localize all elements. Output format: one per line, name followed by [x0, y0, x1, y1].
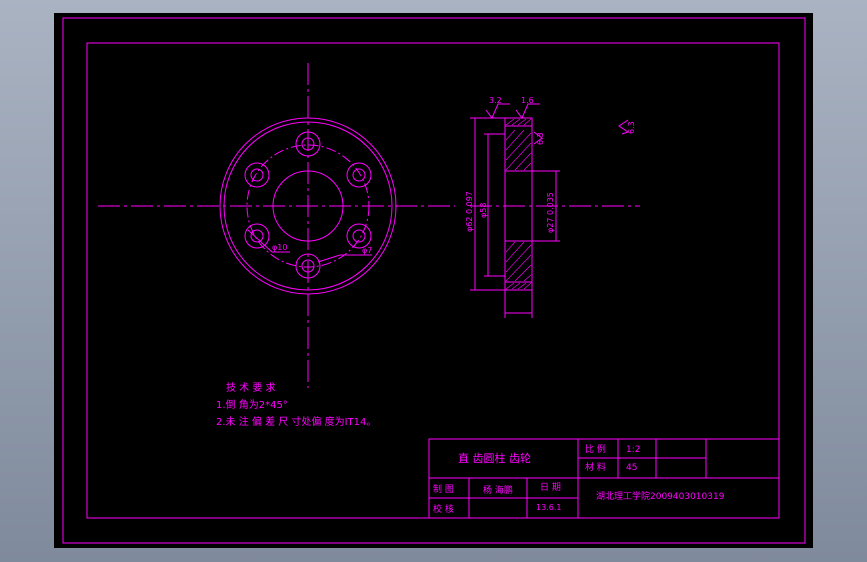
- checked-label: 校 核: [433, 503, 454, 515]
- school-id: 湖北理工学院2009403010319: [596, 490, 725, 502]
- drawn-label: 制 图: [433, 483, 454, 495]
- cad-drawing-viewport[interactable]: 3.2 1.6 6.3 6.3 φ62 0.097 φ58 φ27 0.035 …: [0, 0, 867, 562]
- date-value: 13.6.1: [536, 503, 561, 512]
- finish-label-general: 6.3: [627, 121, 636, 134]
- tech-req-item-2: 2.未 注 偏 差 尺 寸处偏 度为IT14。: [216, 415, 376, 428]
- tech-req-title: 技 术 要 求: [226, 381, 276, 394]
- finish-label-side: 6.3: [536, 132, 545, 145]
- material-value: 45: [626, 463, 637, 473]
- hole-diameter-label: φ10: [272, 243, 287, 252]
- drawn-name: 杨 海鹏: [483, 484, 513, 496]
- drawing-canvas[interactable]: [54, 13, 813, 548]
- finish-label-top-right: 1.6: [521, 96, 534, 105]
- inner-diameter-label: φ58: [479, 203, 488, 218]
- part-name: 直 齿圆柱 齿轮: [458, 451, 531, 465]
- small-hole-label: φ7: [362, 246, 372, 255]
- scale-value: 1:2: [626, 445, 640, 455]
- date-label: 日 期: [540, 482, 561, 493]
- tech-req-item-1: 1.倒 角为2*45°: [216, 399, 288, 411]
- scale-label: 比 例: [585, 443, 606, 455]
- finish-label-top-left: 3.2: [489, 96, 502, 105]
- material-label: 材 料: [585, 461, 606, 473]
- bore-diameter-label: φ27 0.035: [546, 192, 555, 233]
- outer-diameter-label: φ62 0.097: [465, 191, 474, 232]
